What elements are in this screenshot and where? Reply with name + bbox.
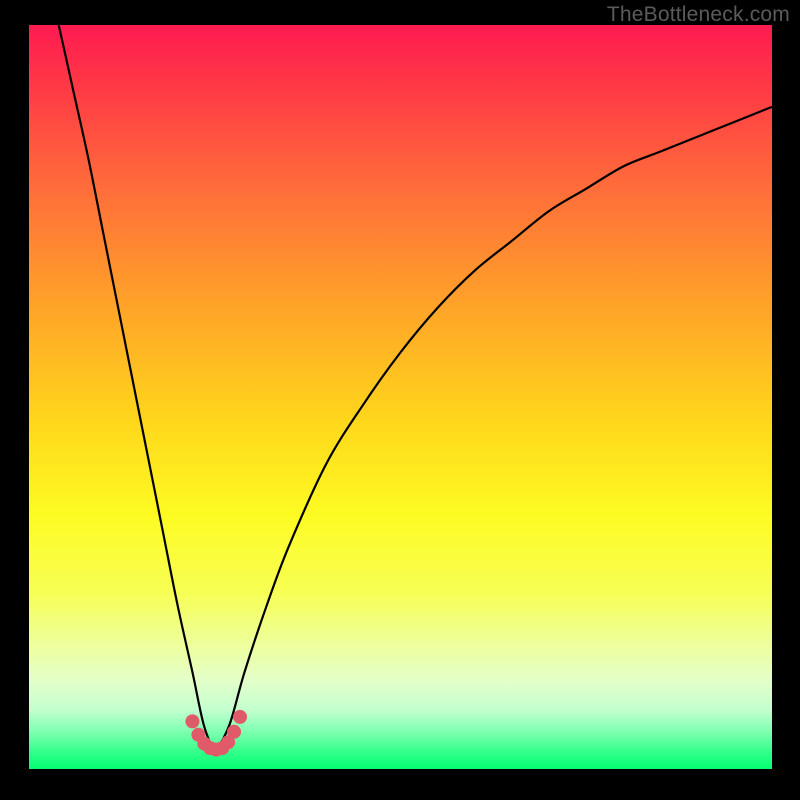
plot-area bbox=[29, 25, 772, 769]
valley-marker bbox=[227, 725, 241, 739]
valley-marker bbox=[233, 710, 247, 724]
valley-markers bbox=[185, 710, 247, 757]
watermark-text: TheBottleneck.com bbox=[607, 3, 790, 27]
curve-left bbox=[59, 25, 215, 754]
curve-right bbox=[215, 107, 772, 754]
chart-svg bbox=[29, 25, 772, 769]
valley-marker bbox=[185, 714, 199, 728]
